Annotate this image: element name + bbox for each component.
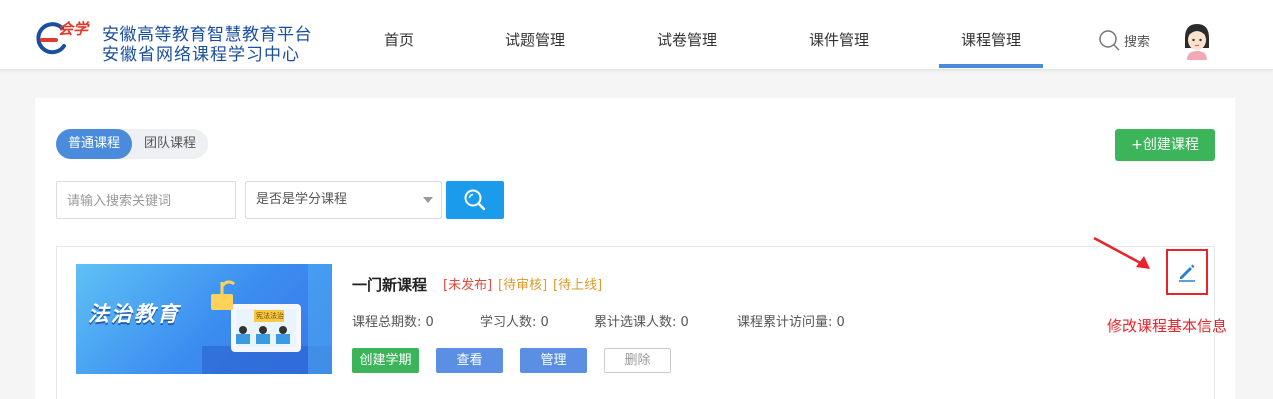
search-icon xyxy=(1099,30,1120,51)
status-badge-pending-review: [待审核] xyxy=(498,278,548,293)
stat-learners: 学习人数: 0 xyxy=(480,315,549,330)
nav-courses[interactable]: 课程管理 xyxy=(939,0,1043,68)
credit-course-select[interactable]: 是否是学分课程 xyxy=(245,181,442,219)
view-button[interactable]: 查看 xyxy=(436,348,503,373)
pencil-icon xyxy=(1179,264,1195,282)
create-term-button[interactable]: 创建学期 xyxy=(352,348,419,373)
course-cover-image[interactable]: 法治教育 宪法法治 xyxy=(76,264,332,374)
search-label: 搜索 xyxy=(1124,34,1151,50)
edit-course-info-button[interactable] xyxy=(1166,249,1208,295)
course-title[interactable]: 一门新课程 xyxy=(352,274,427,295)
cover-sign: 宪法法治 xyxy=(256,312,284,320)
user-avatar[interactable] xyxy=(1181,22,1213,60)
nav-questions[interactable]: 试题管理 xyxy=(502,0,568,68)
stat-total-enrolled: 累计选课人数: 0 xyxy=(594,315,689,330)
tab-normal-courses[interactable]: 普通课程 xyxy=(56,129,133,159)
chevron-down-icon xyxy=(423,197,433,203)
logo-title-line2: 安徽省网络课程学习中心 xyxy=(102,45,300,65)
logo-brand: 会学 xyxy=(58,20,89,38)
nav-home[interactable]: 首页 xyxy=(382,0,416,68)
search-icon xyxy=(464,189,486,211)
annotation-arrow xyxy=(1093,236,1150,269)
credit-course-select-value: 是否是学分课程 xyxy=(256,192,348,207)
stat-total-terms: 课程总期数: 0 xyxy=(352,315,434,330)
stat-total-visits: 课程累计访问量: 0 xyxy=(737,315,845,330)
platform-logo[interactable]: 会学 安徽高等教育智慧教育平台 安徽省网络课程学习中心 xyxy=(34,18,324,65)
header-search[interactable]: 搜索 xyxy=(1098,28,1150,52)
annotation-label: 修改课程基本信息 xyxy=(1107,317,1228,335)
tab-team-courses[interactable]: 团队课程 xyxy=(132,129,208,159)
status-badge-pending-launch: [待上线] xyxy=(553,278,603,293)
course-card: 法治教育 宪法法治 一门新课程 [未发布] [待审核] [待上线] 课程总期数:… xyxy=(56,246,1215,399)
cover-title: 法治教育 xyxy=(88,303,180,326)
create-course-button[interactable]: +创建课程 xyxy=(1115,129,1215,161)
course-search-input[interactable] xyxy=(56,181,236,219)
manage-button[interactable]: 管理 xyxy=(520,348,587,373)
nav-papers[interactable]: 试卷管理 xyxy=(654,0,720,68)
course-panel: 普通课程 团队课程 +创建课程 是否是学分课程 xyxy=(35,98,1235,399)
search-button[interactable] xyxy=(446,181,504,219)
top-header: 会学 安徽高等教育智慧教育平台 安徽省网络课程学习中心 首页 试题管理 试卷管理… xyxy=(0,0,1273,70)
delete-button[interactable]: 删除 xyxy=(604,348,671,373)
status-badge-unpublished: [未发布] xyxy=(443,278,493,293)
course-type-tabs: 普通课程 团队课程 xyxy=(56,129,209,159)
nav-courseware[interactable]: 课件管理 xyxy=(806,0,872,68)
